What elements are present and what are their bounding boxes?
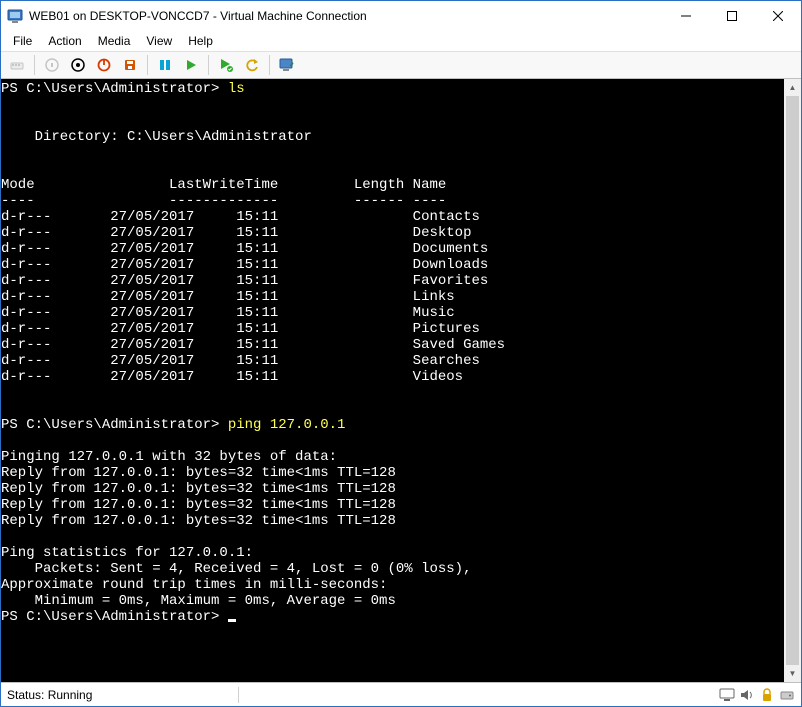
scroll-up-button[interactable]: ▲ [784, 79, 801, 96]
turn-off-button[interactable] [66, 53, 90, 77]
enhanced-session-button[interactable] [275, 53, 299, 77]
speaker-icon [739, 687, 755, 703]
lock-icon [759, 687, 775, 703]
window-title: WEB01 on DESKTOP-VONCCD7 - Virtual Machi… [29, 9, 367, 23]
powershell-console[interactable]: PS C:\Users\Administrator> ls Directory:… [1, 79, 801, 682]
menu-help[interactable]: Help [180, 32, 221, 50]
menubar: File Action Media View Help [1, 31, 801, 51]
close-button[interactable] [755, 1, 801, 31]
revert-button[interactable] [240, 53, 264, 77]
start-button-grey[interactable] [40, 53, 64, 77]
minimize-button[interactable] [663, 1, 709, 31]
app-icon [7, 8, 23, 24]
resume-button[interactable] [179, 53, 203, 77]
toolbar [1, 51, 801, 79]
checkpoint-button[interactable] [214, 53, 238, 77]
menu-media[interactable]: Media [90, 32, 139, 50]
vertical-scrollbar[interactable]: ▲ ▼ [784, 79, 801, 682]
maximize-button[interactable] [709, 1, 755, 31]
statusbar: Status: Running [1, 682, 801, 706]
scroll-track[interactable] [784, 96, 801, 665]
titlebar: WEB01 on DESKTOP-VONCCD7 - Virtual Machi… [1, 1, 801, 31]
console-area: PS C:\Users\Administrator> ls Directory:… [1, 79, 801, 682]
scroll-down-button[interactable]: ▼ [784, 665, 801, 682]
pause-button[interactable] [153, 53, 177, 77]
shutdown-button[interactable] [92, 53, 116, 77]
status-label: Status: Running [7, 688, 92, 702]
scroll-thumb[interactable] [786, 96, 799, 665]
menu-view[interactable]: View [138, 32, 180, 50]
display-icon [719, 687, 735, 703]
window-controls [663, 1, 801, 31]
status-separator [238, 687, 239, 703]
status-icons [719, 687, 795, 703]
save-button[interactable] [118, 53, 142, 77]
menu-file[interactable]: File [5, 32, 40, 50]
ctrl-alt-del-button[interactable] [5, 53, 29, 77]
menu-action[interactable]: Action [40, 32, 89, 50]
drive-icon [779, 687, 795, 703]
